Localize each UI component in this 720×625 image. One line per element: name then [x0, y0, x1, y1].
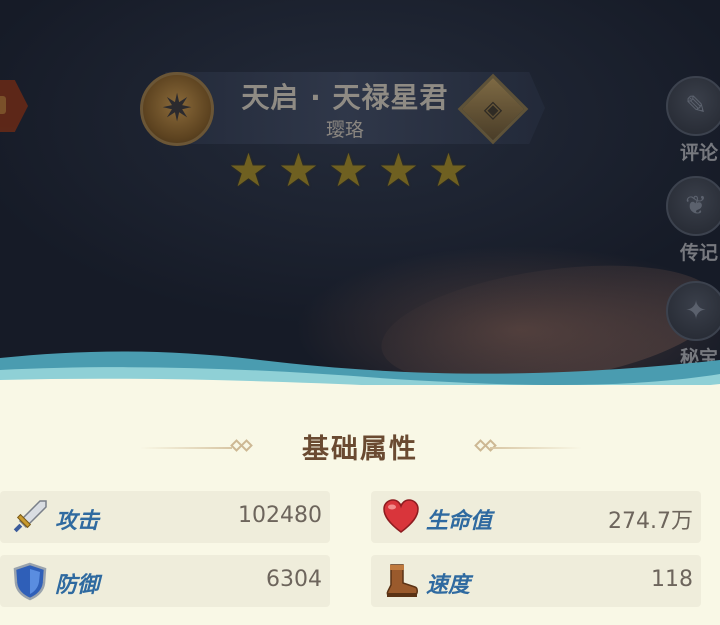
star-icon: ★ — [277, 143, 320, 197]
star-icon: ★ — [377, 143, 420, 197]
stat-attack: 攻击 102480 — [0, 491, 330, 543]
stat-defense: 防御 6304 — [0, 555, 330, 607]
star-icon: ★ — [327, 143, 370, 197]
star-rating: ★ ★ ★ ★ ★ — [226, 143, 471, 197]
book-icon: ❦ — [685, 191, 707, 221]
rune-icon: ◈ — [483, 95, 503, 123]
sunburst-icon: ✷ — [161, 86, 193, 131]
stat-name: 防御 — [55, 573, 100, 598]
stat-hp: 生命值 274.7万 — [371, 491, 701, 543]
shield-icon — [13, 562, 47, 601]
biography-button-circle: ❦ — [666, 176, 720, 236]
comment-button-label: 评论 — [680, 142, 719, 164]
stat-speed: 速度 118 — [371, 555, 701, 607]
left-nav-tab[interactable] — [0, 80, 28, 132]
hero-subtitle: 璎珞 — [325, 119, 364, 141]
stat-name: 生命值 — [426, 509, 493, 534]
stat-name: 速度 — [426, 573, 471, 598]
stat-value: 274.7万 — [608, 509, 693, 534]
hero-name: 天启 · 天禄星君 — [241, 81, 449, 114]
element-emblem-icon[interactable]: ✷ — [140, 72, 214, 146]
star-icon: ★ — [227, 143, 270, 197]
biography-button-label: 传记 — [680, 242, 719, 264]
comment-button-circle: ✎ — [666, 76, 720, 136]
star-icon: ★ — [427, 143, 470, 197]
title-divider-right — [490, 447, 582, 449]
stat-value: 102480 — [238, 503, 322, 528]
comment-button[interactable]: ✎ 评论 — [666, 76, 720, 176]
stat-value: 118 — [651, 567, 693, 592]
sword-icon — [13, 500, 47, 533]
stat-value: 6304 — [266, 567, 322, 592]
stat-name: 攻击 — [55, 509, 100, 534]
heart-icon — [383, 499, 419, 533]
attribute-panel: 基础属性 攻击 102480 生命值 274.7万 防御 6304 速度 118 — [0, 385, 720, 625]
biography-button[interactable]: ❦ 传记 — [666, 176, 720, 276]
comment-icon: ✎ — [685, 91, 707, 121]
treasure-icon: ✦ — [685, 296, 707, 326]
boot-icon — [386, 564, 418, 597]
section-title: 基础属性 — [302, 434, 418, 465]
